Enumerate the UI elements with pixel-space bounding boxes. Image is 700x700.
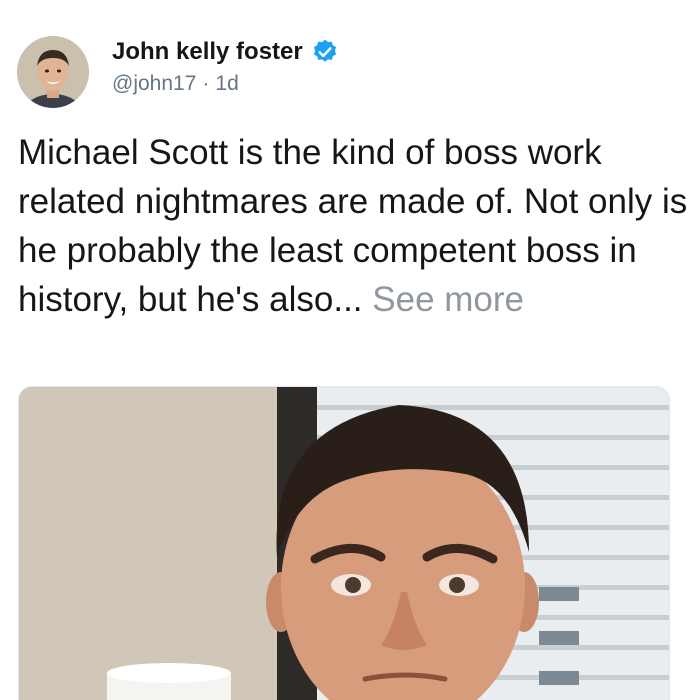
tweet-media-image[interactable] bbox=[18, 386, 670, 700]
author-handle[interactable]: @john17 bbox=[112, 72, 196, 95]
tweet-body: Michael Scott is the kind of boss work r… bbox=[18, 128, 688, 324]
author-name[interactable]: John kelly foster bbox=[112, 38, 339, 66]
verified-badge-icon bbox=[311, 38, 339, 66]
see-more-link[interactable]: See more bbox=[372, 280, 524, 319]
separator-dot: · bbox=[202, 72, 210, 95]
author-name-text: John kelly foster bbox=[112, 38, 303, 65]
tweet-text: Michael Scott is the kind of boss work r… bbox=[18, 133, 688, 319]
avatar[interactable] bbox=[17, 36, 89, 108]
tweet-timestamp[interactable]: 1d bbox=[215, 72, 238, 95]
handle-line: @john17 · 1d bbox=[112, 72, 239, 96]
